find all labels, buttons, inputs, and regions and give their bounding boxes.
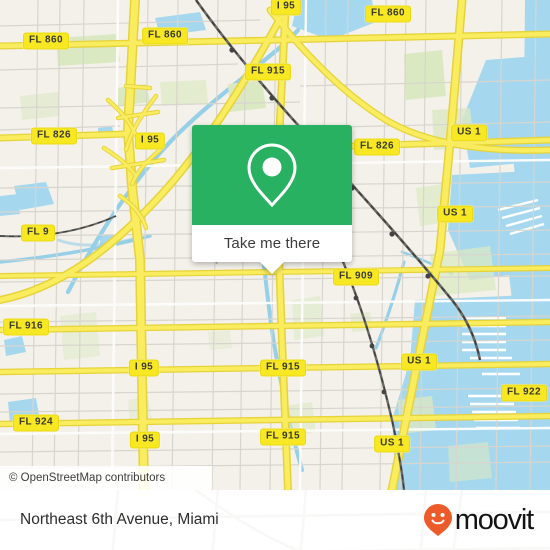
road-shield: FL 915 bbox=[260, 428, 306, 446]
road-shield: FL 826 bbox=[354, 138, 400, 156]
moovit-map-screen: FL 860 FL 860 FL 860 I 95 FL 915 FL 826 I 95 FL… bbox=[0, 0, 550, 550]
road-shield: FL 909 bbox=[333, 268, 379, 286]
road-shield: FL 915 bbox=[245, 63, 291, 81]
road-shield: US 1 bbox=[451, 124, 487, 142]
map-canvas[interactable]: FL 860 FL 860 FL 860 I 95 FL 915 FL 826 I 95 FL… bbox=[0, 0, 550, 490]
osm-attribution[interactable]: © OpenStreetMap contributors bbox=[0, 466, 212, 490]
road-shield: FL 860 bbox=[142, 27, 188, 45]
osm-attribution-text: © OpenStreetMap contributors bbox=[9, 472, 166, 484]
popup-pointer bbox=[259, 261, 285, 274]
moovit-pin-icon bbox=[423, 504, 452, 536]
popup-header bbox=[192, 125, 352, 225]
footer-bar: Northeast 6th Avenue, Miami moovit bbox=[0, 490, 550, 550]
page-title: Northeast 6th Avenue, Miami bbox=[20, 511, 219, 528]
road-shield: FL 9 bbox=[21, 224, 55, 242]
road-shield: US 1 bbox=[374, 435, 410, 453]
location-pin-icon bbox=[247, 143, 297, 208]
location-popup[interactable]: Take me there bbox=[192, 125, 352, 274]
road-shield: FL 860 bbox=[23, 32, 69, 50]
road-shield: FL 922 bbox=[501, 384, 547, 402]
road-shield: FL 860 bbox=[365, 5, 411, 23]
take-me-there-label: Take me there bbox=[223, 235, 321, 252]
road-shield: US 1 bbox=[401, 353, 437, 371]
road-shield: I 95 bbox=[270, 0, 302, 16]
moovit-logo[interactable]: moovit bbox=[423, 503, 534, 537]
moovit-wordmark: moovit bbox=[454, 503, 534, 536]
road-shield: FL 915 bbox=[260, 359, 306, 377]
popup-footer[interactable]: Take me there bbox=[192, 225, 352, 274]
road-shield: FL 924 bbox=[13, 414, 59, 432]
road-shield: US 1 bbox=[437, 205, 473, 223]
road-shield: FL 916 bbox=[3, 318, 49, 336]
road-shield: I 95 bbox=[134, 132, 166, 150]
road-shield: I 95 bbox=[128, 359, 160, 377]
road-shield: FL 826 bbox=[31, 127, 77, 145]
road-shield: I 95 bbox=[129, 431, 161, 449]
